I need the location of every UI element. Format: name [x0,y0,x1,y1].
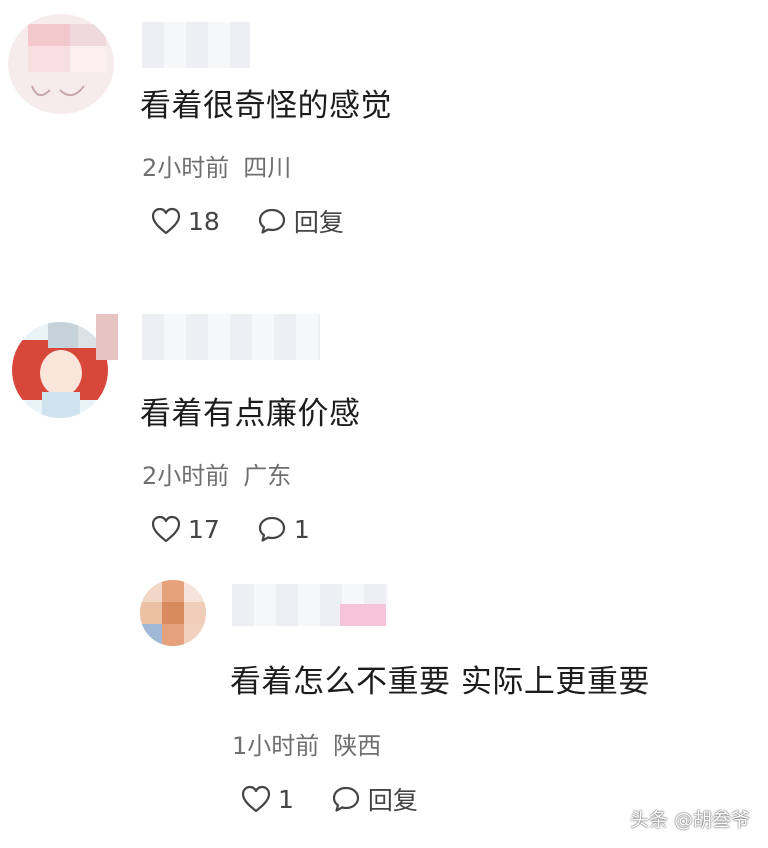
heart-icon [151,207,181,235]
comment-location: 陕西 [333,732,382,760]
watermark: 头条 @胡叁爷 [629,809,750,831]
like-count: 18 [188,206,220,236]
comment-bubble-icon [332,786,360,812]
comment-time: 2小时前 [142,154,230,182]
avatar-mosaic [96,314,118,360]
reply-label: 回复 [293,208,344,237]
comment-bubble-icon [258,208,285,234]
avatar[interactable] [12,322,108,418]
comment-meta: 2小时前 广东 [142,456,291,491]
comment-time: 1小时前 [232,732,320,760]
like-button[interactable]: 18 [150,206,220,236]
comment-text: 看着有点廉价感 [140,396,361,432]
comment-actions: 1 回复 [240,782,418,816]
comment-text: 看着很奇怪的感觉 [140,88,392,124]
username-blurred[interactable] [142,314,320,360]
comment-text: 看着怎么不重要 实际上更重要 [230,664,650,700]
reply-label: 回复 [367,786,418,815]
like-count: 1 [278,784,294,814]
comment-location: 四川 [243,154,292,182]
comment-meta: 2小时前 四川 [142,148,291,183]
like-button[interactable]: 1 [240,784,294,814]
comment-meta: 1小时前 陕西 [232,726,381,761]
comment-bubble-icon [258,516,285,542]
like-button[interactable]: 17 [150,514,220,544]
username-blurred[interactable] [142,22,250,68]
comment-time: 2小时前 [142,462,230,490]
username-mosaic-accent [340,604,386,626]
like-count: 17 [188,514,220,544]
heart-icon [241,785,271,813]
reply-button[interactable]: 1 [256,514,310,544]
reply-button[interactable]: 回复 [330,781,418,817]
comment-thread: 看着很奇怪的感觉 2小时前 四川 18 回复 看着有点廉价感 2小时前 广东 1… [0,0,768,848]
reply-button[interactable]: 回复 [256,203,344,239]
comment-actions: 18 回复 [150,204,344,238]
comment-actions: 17 1 [150,512,310,546]
comment-location: 广东 [243,462,292,490]
reply-count: 1 [293,514,310,544]
heart-icon [151,515,181,543]
avatar[interactable] [8,14,114,114]
avatar[interactable] [140,580,206,646]
